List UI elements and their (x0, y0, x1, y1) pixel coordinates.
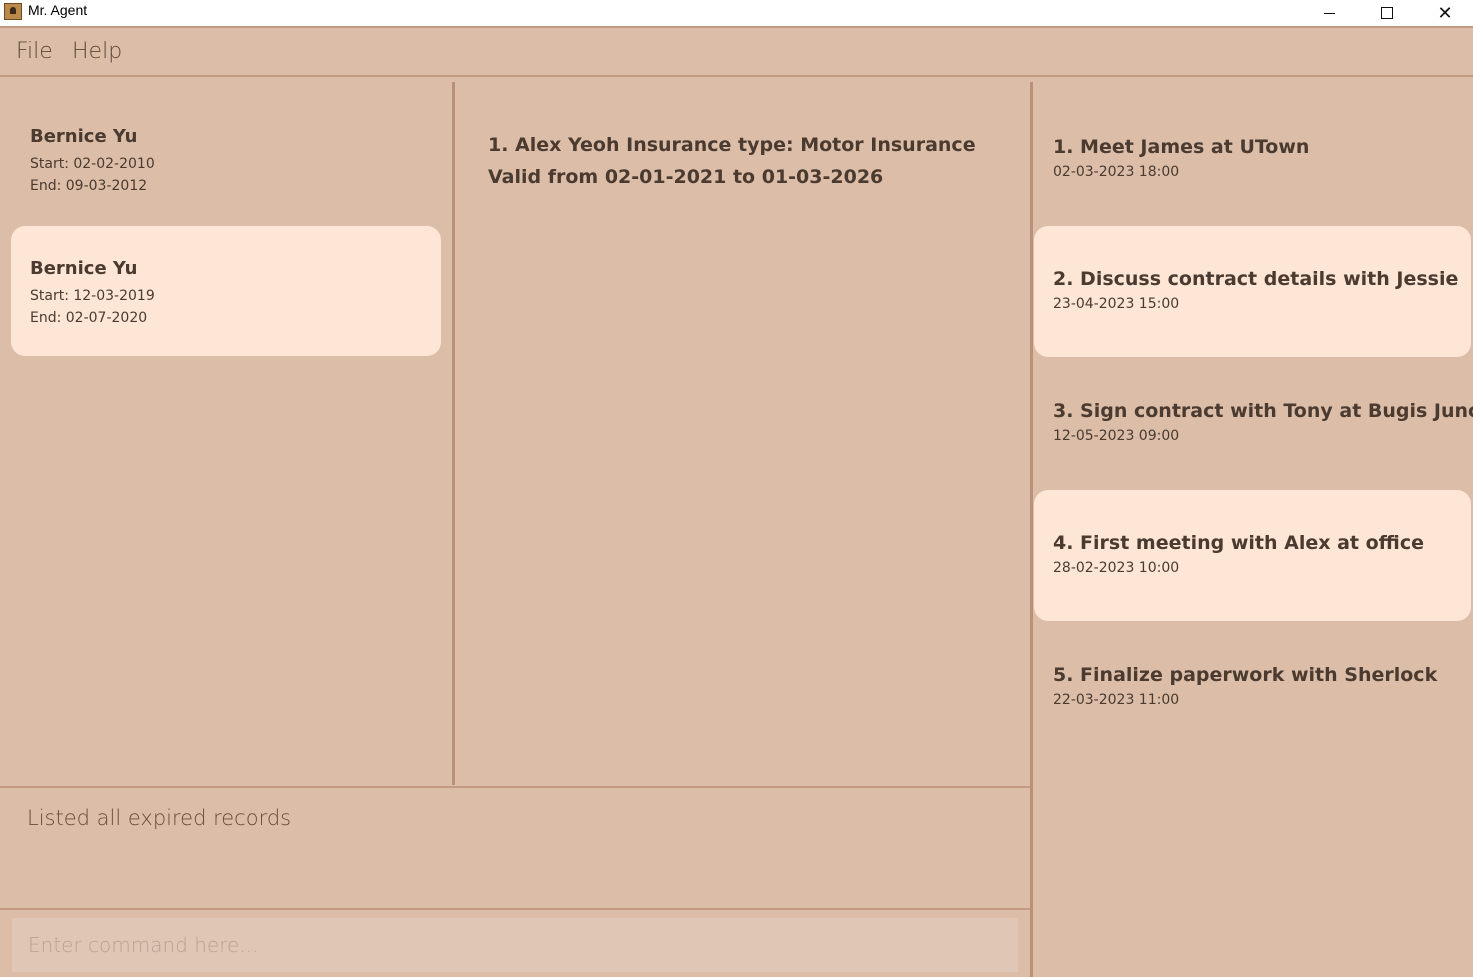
panel-divider-right[interactable] (1030, 82, 1033, 977)
result-text: Listed all expired records (27, 806, 292, 830)
menu-file[interactable]: File (16, 39, 53, 64)
app-icon (4, 3, 22, 20)
minimize-icon (1323, 12, 1335, 14)
person-name: Bernice Yu (30, 126, 138, 147)
event-card-selected[interactable]: 2. Discuss contract details with Jessie … (1034, 226, 1471, 357)
menu-bar: File Help (0, 30, 1473, 77)
policy-line-2: Valid from 02-01-2021 to 01-03-2026 (488, 166, 884, 188)
event-time: 22-03-2023 11:00 (1053, 692, 1180, 708)
person-end: End: 09-03-2012 (30, 178, 148, 194)
person-start: Start: 02-02-2010 (30, 156, 155, 172)
close-button[interactable]: ✕ (1416, 0, 1473, 26)
minimize-button[interactable] (1300, 0, 1358, 26)
event-card-selected[interactable]: 4. First meeting with Alex at office 28-… (1034, 490, 1471, 621)
event-time: 02-03-2023 18:00 (1053, 164, 1180, 180)
person-start: Start: 12-03-2019 (30, 288, 155, 304)
result-display: Listed all expired records (0, 786, 1030, 910)
event-card[interactable]: 1. Meet James at UTown 02-03-2023 18:00 (1034, 94, 1471, 225)
close-icon: ✕ (1437, 2, 1453, 24)
menu-help[interactable]: Help (72, 39, 122, 64)
maximize-button[interactable] (1358, 0, 1416, 26)
event-title: 1. Meet James at UTown (1053, 136, 1310, 158)
command-input[interactable] (12, 918, 1018, 972)
panel-divider-left[interactable] (452, 82, 455, 785)
person-end: End: 02-07-2020 (30, 310, 148, 326)
event-title: 3. Sign contract with Tony at Bugis Junc… (1053, 400, 1473, 422)
event-title: 2. Discuss contract details with Jessie (1053, 268, 1459, 290)
event-time: 12-05-2023 09:00 (1053, 428, 1180, 444)
event-card[interactable]: 5. Finalize paperwork with Sherlock 22-0… (1034, 622, 1471, 753)
event-card[interactable]: 3. Sign contract with Tony at Bugis Junc… (1034, 358, 1473, 489)
policy-line-1: 1. Alex Yeoh Insurance type: Motor Insur… (488, 134, 976, 156)
person-name: Bernice Yu (30, 258, 138, 279)
maximize-icon (1381, 7, 1393, 19)
event-title: 4. First meeting with Alex at office (1053, 532, 1425, 554)
policy-detail: 1. Alex Yeoh Insurance type: Motor Insur… (488, 129, 976, 193)
event-time: 28-02-2023 10:00 (1053, 560, 1180, 576)
event-time: 23-04-2023 15:00 (1053, 296, 1180, 312)
person-card[interactable]: Bernice Yu Start: 02-02-2010 End: 09-03-… (11, 94, 441, 224)
event-title: 5. Finalize paperwork with Sherlock (1053, 664, 1438, 686)
person-card-selected[interactable]: Bernice Yu Start: 12-03-2019 End: 02-07-… (11, 226, 441, 356)
window-title: Mr. Agent (28, 2, 88, 18)
title-bar: Mr. Agent ✕ (0, 0, 1473, 28)
